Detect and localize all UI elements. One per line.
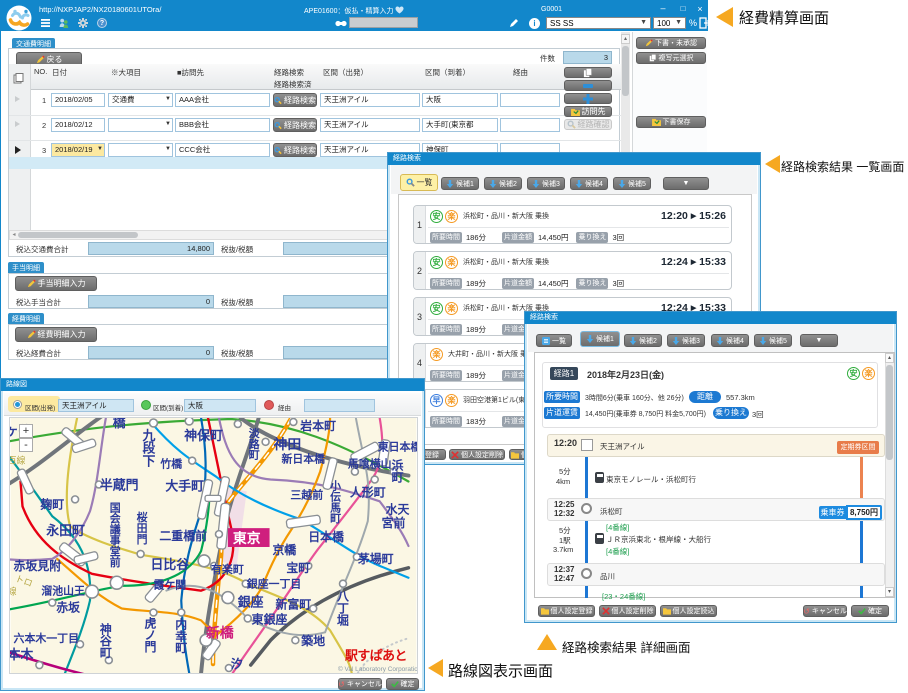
svg-text:線: 線 — [9, 586, 17, 597]
svg-text:永田町: 永田町 — [45, 523, 85, 538]
svg-text:新橋: 新橋 — [206, 624, 234, 640]
svg-text:茅場町: 茅場町 — [357, 552, 394, 566]
svg-text:八丁堀: 八丁堀 — [336, 590, 350, 628]
svg-text:赤坂見附: 赤坂見附 — [14, 559, 62, 573]
svg-text:人形町: 人形町 — [350, 485, 386, 499]
svg-text:駅すぱあと: 駅すぱあと — [344, 648, 407, 663]
svg-text:神田: 神田 — [274, 436, 302, 452]
svg-text:© Val Laboratory Corporation: © Val Laboratory Corporation — [338, 665, 418, 673]
svg-text:日本橋: 日本橋 — [308, 530, 345, 544]
svg-text:東銀座: 東銀座 — [251, 612, 288, 626]
svg-text:銀座一丁目: 銀座一丁目 — [247, 577, 302, 591]
svg-text:百線: 百線 — [9, 455, 26, 466]
svg-text:九段下: 九段下 — [142, 428, 156, 469]
svg-text:桜田門: 桜田門 — [137, 510, 148, 546]
svg-text:神保町: 神保町 — [184, 428, 223, 443]
svg-text:東京: 東京 — [233, 530, 261, 546]
svg-text:虎ノ門: 虎ノ門 — [145, 616, 157, 654]
svg-text:霞ケ関: 霞ケ関 — [153, 579, 186, 592]
svg-text:竹橋: 竹橋 — [159, 457, 182, 471]
svg-text:宮前: 宮前 — [382, 516, 406, 530]
svg-text:神谷町: 神谷町 — [100, 622, 112, 660]
svg-text:淡路町: 淡路町 — [249, 427, 261, 462]
svg-text:麹町: 麹町 — [39, 497, 64, 511]
svg-text:小伝馬町: 小伝馬町 — [329, 478, 341, 525]
svg-text:馬喰横山: 馬喰横山 — [348, 457, 392, 471]
svg-text:橋: 橋 — [113, 417, 126, 430]
svg-text:浜町: 浜町 — [392, 459, 404, 485]
svg-text:岩本町: 岩本町 — [299, 419, 336, 433]
svg-text:新日本橋: 新日本橋 — [281, 452, 325, 466]
svg-text:三越前: 三越前 — [290, 487, 323, 501]
svg-text:新富町: 新富町 — [276, 598, 312, 612]
svg-text:汐: 汐 — [231, 657, 243, 671]
svg-text:宝町: 宝町 — [286, 561, 310, 575]
svg-text:赤坂: 赤坂 — [56, 600, 80, 614]
svg-text:六本木一丁目: 六本木一丁目 — [14, 631, 79, 645]
svg-text:東日本橋: 東日本橋 — [378, 440, 418, 454]
svg-text:溜池山王: 溜池山王 — [41, 584, 85, 598]
svg-text:水天: 水天 — [385, 502, 410, 516]
svg-text:有楽町: 有楽町 — [211, 562, 244, 576]
svg-text:銀座: 銀座 — [238, 595, 264, 610]
svg-text:二重橋前: 二重橋前 — [159, 529, 207, 543]
svg-text:築地: 築地 — [300, 634, 325, 648]
svg-text:内幸町: 内幸町 — [175, 617, 187, 655]
svg-text:国会議事堂前: 国会議事堂前 — [110, 501, 121, 569]
svg-text:日比谷: 日比谷 — [150, 557, 189, 572]
svg-text:六本木: 六本木 — [9, 647, 33, 662]
svg-text:半蔵門: 半蔵門 — [100, 477, 139, 492]
svg-text:京橋: 京橋 — [273, 543, 298, 557]
svg-text:大手町: 大手町 — [165, 478, 204, 493]
